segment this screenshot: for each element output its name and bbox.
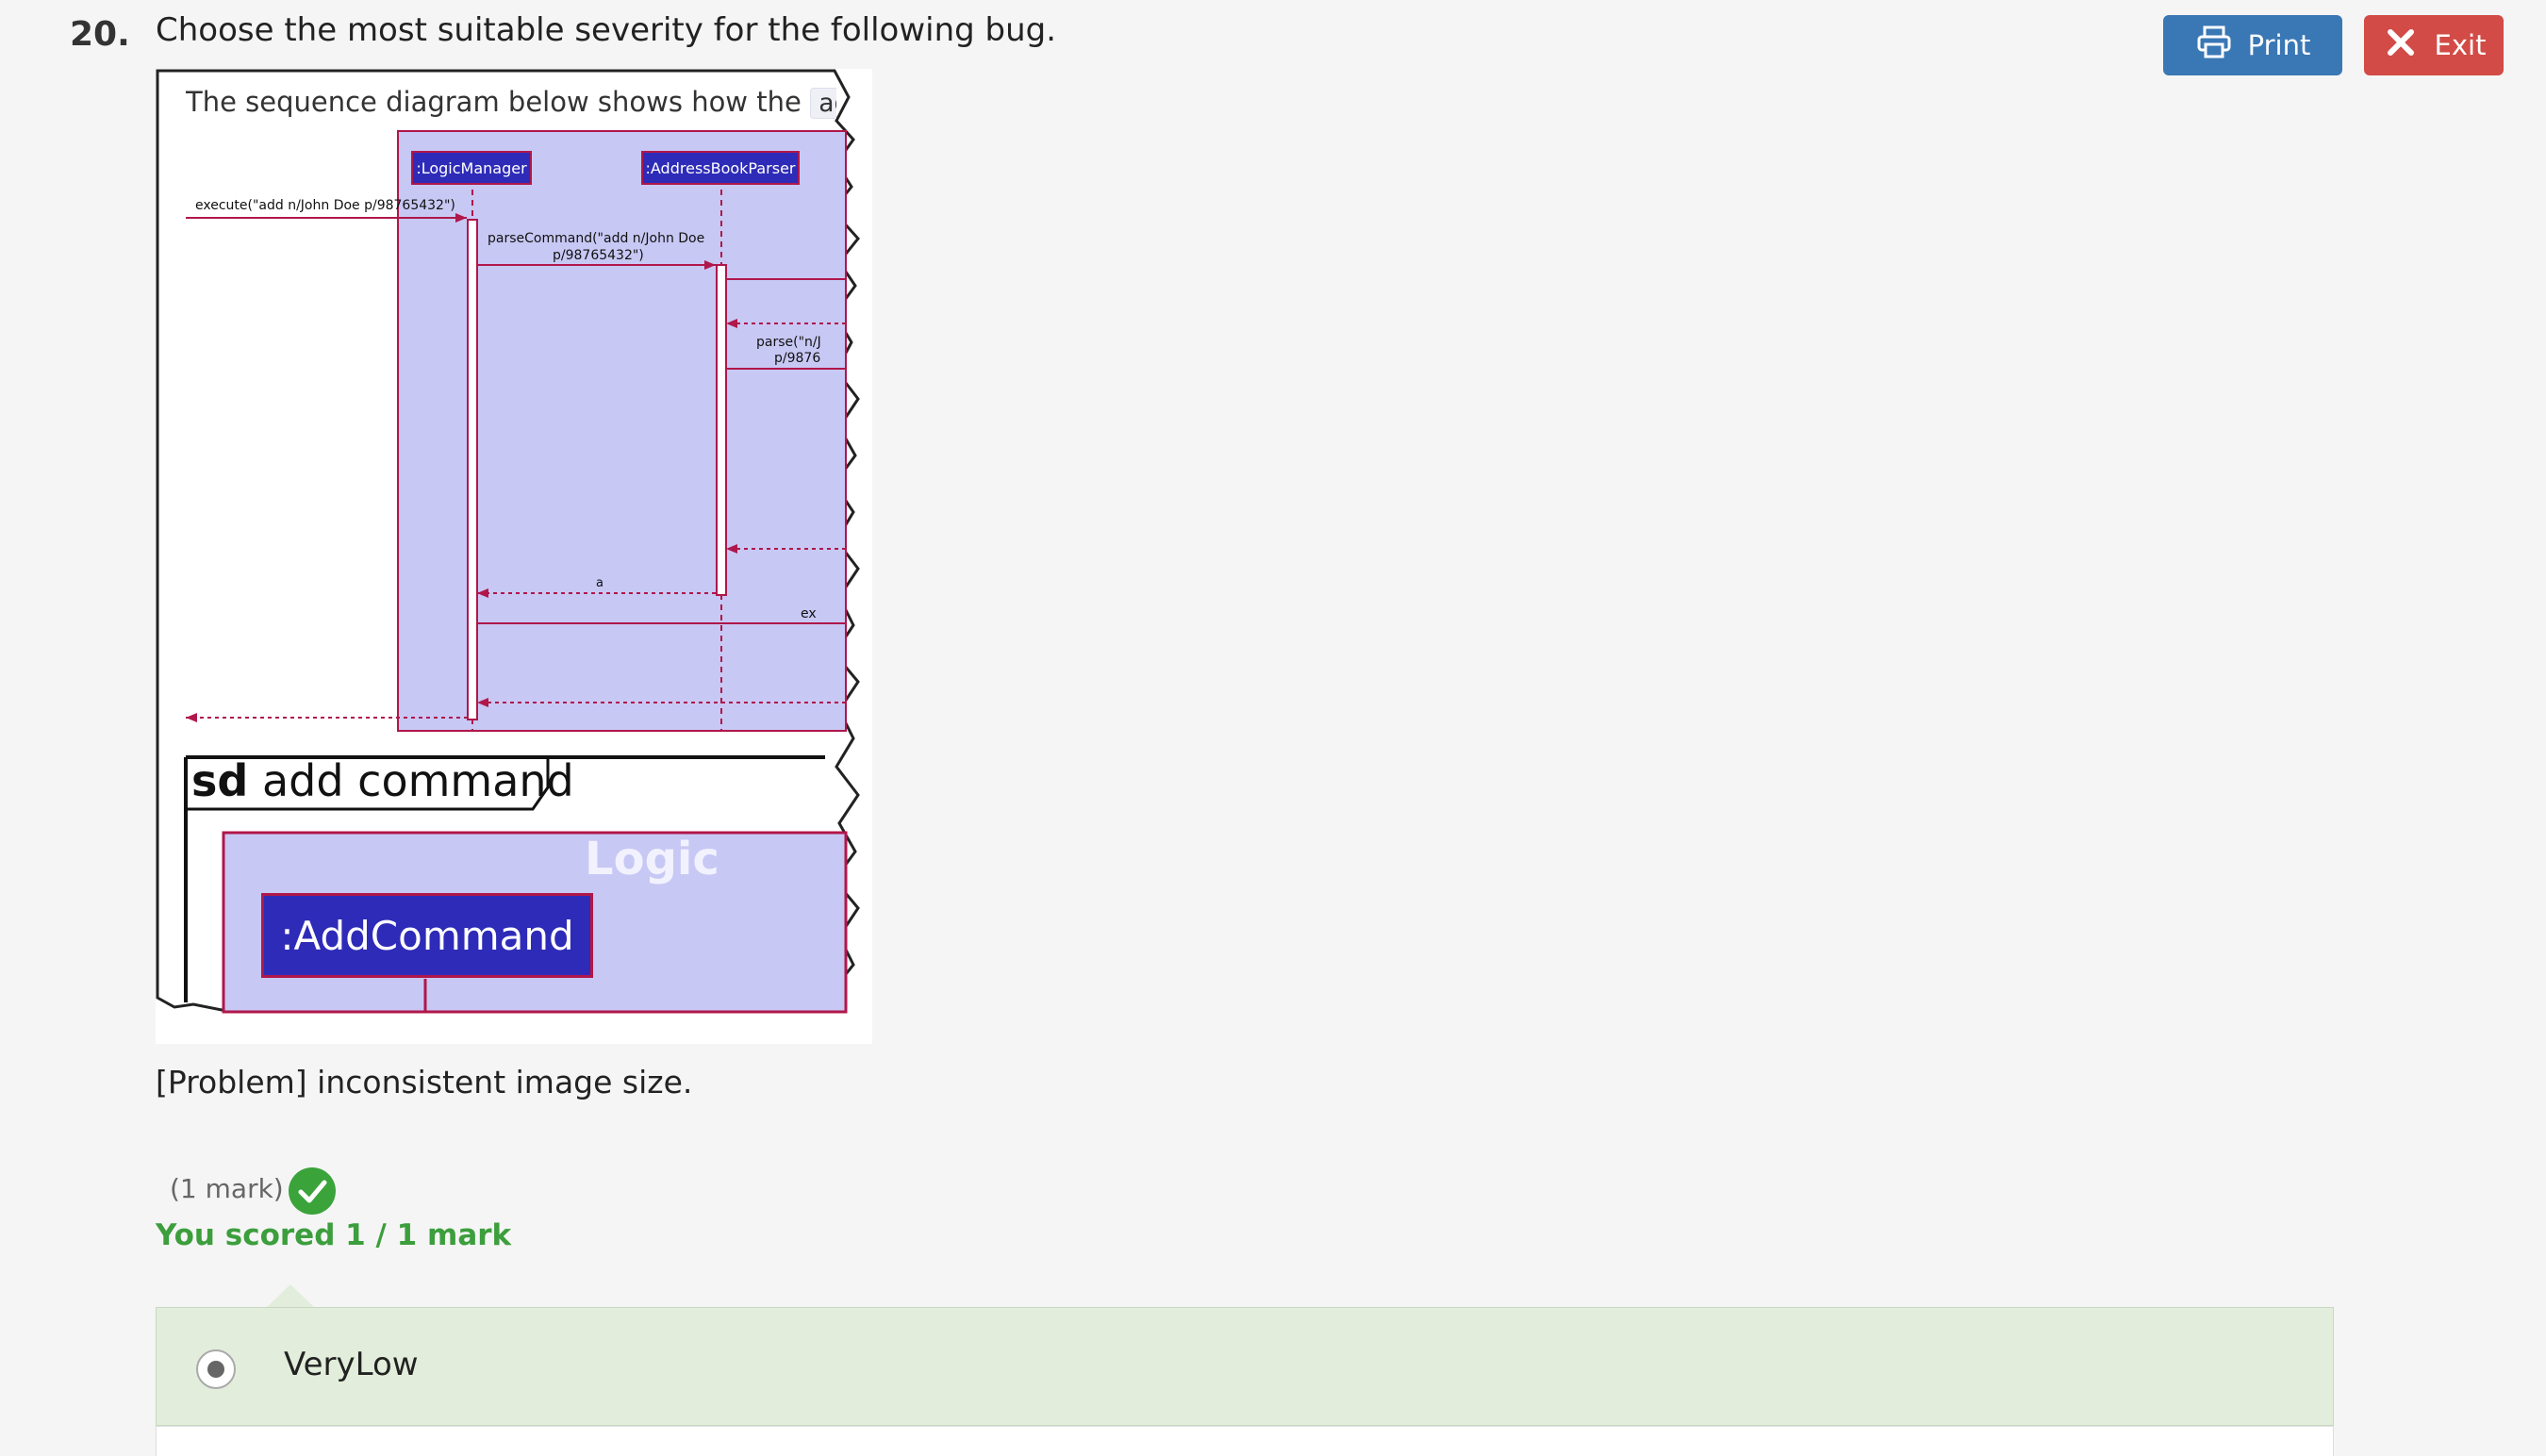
parsecommand-message-1: parseCommand("add n/John Doe — [488, 231, 705, 246]
screenshot-intro: The sequence diagram below shows how the… — [186, 86, 836, 119]
next-option-panel — [156, 1426, 2334, 1456]
mark-value: (1 mark) — [170, 1173, 284, 1204]
exit-label: Exit — [2434, 29, 2487, 61]
addcommand-box: :AddCommand — [261, 893, 593, 978]
logic-label: Logic — [585, 833, 719, 885]
print-button[interactable]: Print — [2163, 15, 2342, 75]
question-number: 20. — [70, 15, 130, 54]
bug-screenshot: The sequence diagram below shows how the… — [156, 69, 872, 1044]
answer-option-verylow[interactable]: VeryLow — [156, 1307, 2334, 1426]
score-result: You scored 1 / 1 mark — [156, 1218, 512, 1252]
answer-pointer — [266, 1284, 315, 1308]
sd-keyword: sd — [191, 755, 249, 806]
sd-frame-title: sd add command — [191, 755, 574, 806]
exit-button[interactable]: Exit — [2364, 15, 2504, 75]
close-icon — [2382, 24, 2420, 68]
check-icon — [289, 1167, 336, 1215]
print-label: Print — [2247, 29, 2311, 61]
return-a-label: a — [596, 576, 603, 590]
parse-message-2: p/9876 — [774, 351, 821, 366]
lifeline-logicmanager: :LogicManager — [411, 151, 532, 185]
option-label: VeryLow — [284, 1346, 419, 1383]
selected-radio[interactable] — [196, 1349, 236, 1389]
intro-text: The sequence diagram below shows how the — [186, 86, 802, 118]
execute-message: execute("add n/John Doe p/98765432") — [195, 198, 455, 213]
printer-icon — [2195, 24, 2233, 68]
intro-code: add — [810, 88, 836, 119]
parsecommand-message-2: p/98765432") — [553, 248, 644, 263]
question-text: Choose the most suitable severity for th… — [156, 11, 1057, 49]
lifeline-addressbookparser: :AddressBookParser — [641, 151, 800, 185]
sd-name: add command — [261, 755, 574, 806]
problem-text: [Problem] inconsistent image size. — [156, 1064, 693, 1100]
parse-message-1: parse("n/J — [756, 335, 821, 350]
ex-label: ex — [801, 606, 817, 621]
